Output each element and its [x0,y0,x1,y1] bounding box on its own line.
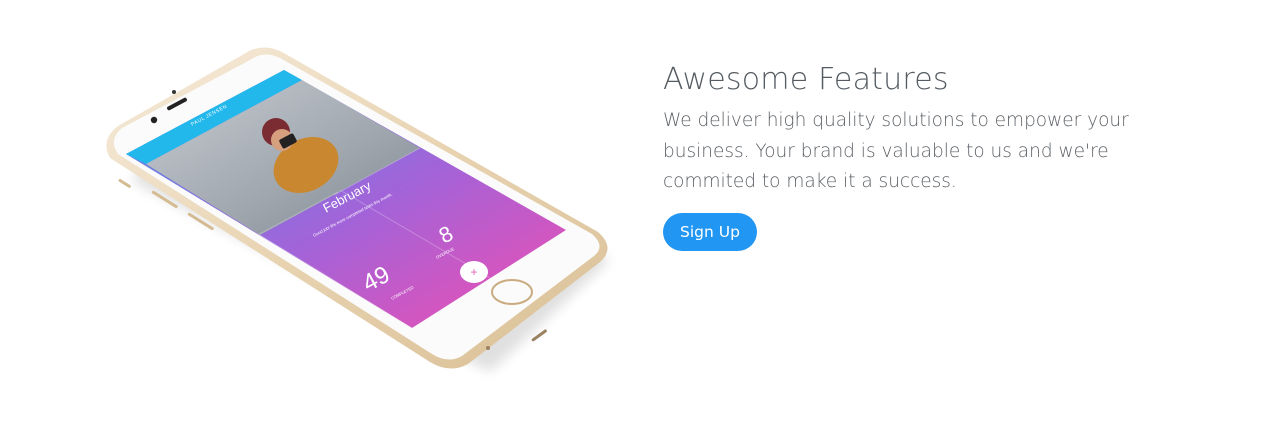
camera-icon [150,116,158,124]
feature-section: Awesome Features We deliver high quality… [663,60,1223,251]
feature-title: Awesome Features [663,62,949,97]
feature-description: We deliver high quality solutions to emp… [663,110,1129,192]
add-icon: + [460,261,488,283]
phone-mockup: PAUL JENSEN February Good job! 9% more c… [70,30,630,390]
phone-illustration: PAUL JENSEN February Good job! 9% more c… [106,47,610,372]
add-symbol: + [470,265,477,279]
sign-up-button[interactable]: Sign Up [663,212,757,251]
page: PAUL JENSEN February Good job! 9% more c… [0,0,1264,433]
